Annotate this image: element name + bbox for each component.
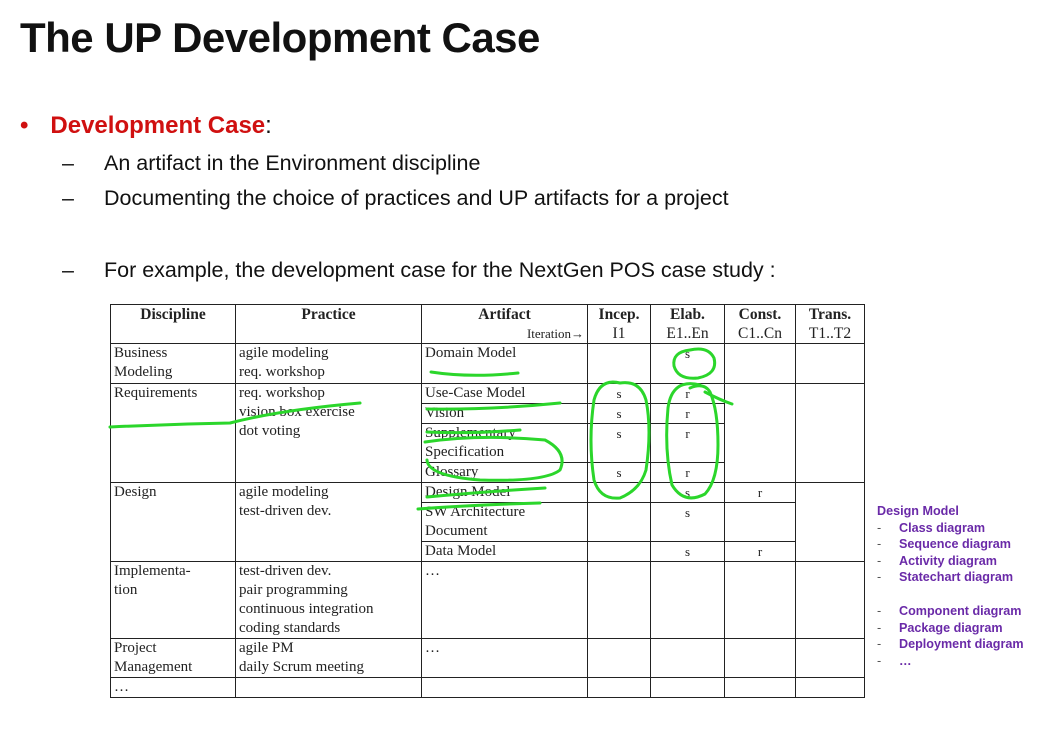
cell-artifact: Data Model <box>421 541 588 562</box>
cell-discipline: Project Management <box>110 638 236 678</box>
cell-transition <box>795 343 865 384</box>
cell-practice: agile modeling req. workshop <box>235 343 422 384</box>
notes-item: - Package diagram <box>877 620 1003 635</box>
notes-item: - Statechart diagram <box>877 570 1014 585</box>
development-case-table: Discipline Practice Artifact Iteration→ I… <box>110 304 865 698</box>
cell-practice: agile PM daily Scrum meeting <box>235 638 422 678</box>
cell-transition <box>795 677 865 698</box>
cell-construction <box>724 638 796 678</box>
sub-point-3: – For example, the development case for t… <box>62 258 776 283</box>
cell-artifact: Domain Model <box>421 343 588 384</box>
cell-inception <box>587 677 651 698</box>
header-construction: Const. C1..Cn <box>724 304 796 344</box>
cell-construction <box>724 502 796 542</box>
cell-elaboration: s <box>650 541 725 562</box>
table-row-more: … <box>110 677 865 698</box>
bullet-term: Development Case <box>50 112 266 139</box>
cell-artifact: Vision <box>421 403 588 424</box>
cell-discipline: Business Modeling <box>110 343 236 384</box>
sub-point-2: – Documenting the choice of practices and… <box>62 186 729 211</box>
cell-practice <box>235 677 422 698</box>
cell-transition <box>795 482 865 562</box>
cell-artifact: … <box>421 561 588 639</box>
cell-artifact <box>421 677 588 698</box>
cell-artifact: Glossary <box>421 462 588 483</box>
bullet-dot: • <box>20 112 29 139</box>
header-inception: Incep. I1 <box>587 304 651 344</box>
cell-artifact: … <box>421 638 588 678</box>
notes-item: - Class diagram <box>877 520 986 535</box>
cell-construction <box>724 343 796 384</box>
table-row-design: Design agile modeling test-driven dev. De… <box>110 482 865 562</box>
cell-elaboration <box>650 638 725 678</box>
cell-artifact: Use-Case Model <box>421 383 588 404</box>
cell-inception <box>587 561 651 639</box>
header-practice: Practice <box>235 304 422 344</box>
cell-elaboration <box>650 561 725 639</box>
cell-transition <box>795 638 865 678</box>
table-row-implementation: Implementa-tion test-driven dev. pair pro… <box>110 561 865 639</box>
cell-elaboration: r <box>650 423 725 463</box>
sub-point-text: An artifact in the Environment disciplin… <box>104 151 481 175</box>
header-transition: Trans. T1..T2 <box>795 304 865 344</box>
cell-inception <box>587 482 651 503</box>
cell-construction <box>724 561 796 639</box>
cell-inception: s <box>587 383 651 404</box>
cell-transition <box>795 561 865 639</box>
cell-discipline: Requirements <box>110 383 236 483</box>
notes-item: - Activity diagram <box>877 553 997 568</box>
cell-artifact: Design Model <box>421 482 588 503</box>
cell-inception <box>587 541 651 562</box>
cell-discipline: Implementa-tion <box>110 561 236 639</box>
cell-discipline: … <box>110 677 236 698</box>
cell-elaboration: r <box>650 403 725 424</box>
sub-point-1: – An artifact in the Environment discipli… <box>62 151 480 176</box>
cell-practice: test-driven dev. pair programming continuo… <box>235 561 422 639</box>
cell-construction <box>724 677 796 698</box>
table-header-row: Discipline Practice Artifact Iteration→ I… <box>110 304 865 344</box>
cell-transition <box>795 383 865 483</box>
notes-item: - Component diagram <box>877 603 1022 618</box>
table-row-project-management: Project Management agile PM daily Scrum me… <box>110 638 865 678</box>
cell-inception: s <box>587 462 651 483</box>
cell-discipline: Design <box>110 482 236 562</box>
cell-inception <box>587 343 651 384</box>
cell-construction <box>724 383 796 483</box>
cell-inception <box>587 638 651 678</box>
cell-inception: s <box>587 423 651 463</box>
cell-elaboration <box>650 677 725 698</box>
notes-item: - Deployment diagram <box>877 637 1024 652</box>
notes-title: Design Model <box>877 504 959 518</box>
cell-elaboration: r <box>650 383 725 404</box>
cell-elaboration: s <box>650 502 725 542</box>
bullet-suffix: : <box>265 112 272 139</box>
sub-point-text: Documenting the choice of practices and … <box>104 186 729 210</box>
table-row-business-modeling: Business Modeling agile modeling req. work… <box>110 343 865 384</box>
cell-inception <box>587 502 651 542</box>
iteration-label: Iteration→ <box>526 326 584 341</box>
dash-glyph: – <box>62 186 74 210</box>
bullet-development-case: • Development Case: <box>20 112 272 140</box>
dash-glyph: – <box>62 151 74 175</box>
cell-practice: req. workshop vision box exercise dot voti… <box>235 383 422 483</box>
dash-glyph: – <box>62 258 74 282</box>
header-artifact: Artifact Iteration→ <box>421 304 588 344</box>
cell-construction: r <box>724 482 796 503</box>
cell-artifact: Supplementary Specification <box>421 423 588 463</box>
slide-title: The UP Development Case <box>20 14 540 61</box>
notes-item: -… <box>877 653 912 668</box>
cell-elaboration: s <box>650 482 725 503</box>
notes-item: - Sequence diagram <box>877 537 1011 552</box>
cell-artifact: SW Architecture Document <box>421 502 588 542</box>
header-elaboration: Elab. E1..En <box>650 304 725 344</box>
cell-elaboration: s <box>650 343 725 384</box>
sub-point-text: For example, the development case for th… <box>104 258 776 282</box>
table-row-requirements: Requirements req. workshop vision box exe… <box>110 383 865 483</box>
design-model-notes: Design Model - Class diagram - Sequence di… <box>877 503 1024 669</box>
cell-inception: s <box>587 403 651 424</box>
cell-elaboration: r <box>650 462 725 483</box>
header-discipline: Discipline <box>110 304 236 344</box>
cell-construction: r <box>724 541 796 562</box>
cell-practice: agile modeling test-driven dev. <box>235 482 422 562</box>
